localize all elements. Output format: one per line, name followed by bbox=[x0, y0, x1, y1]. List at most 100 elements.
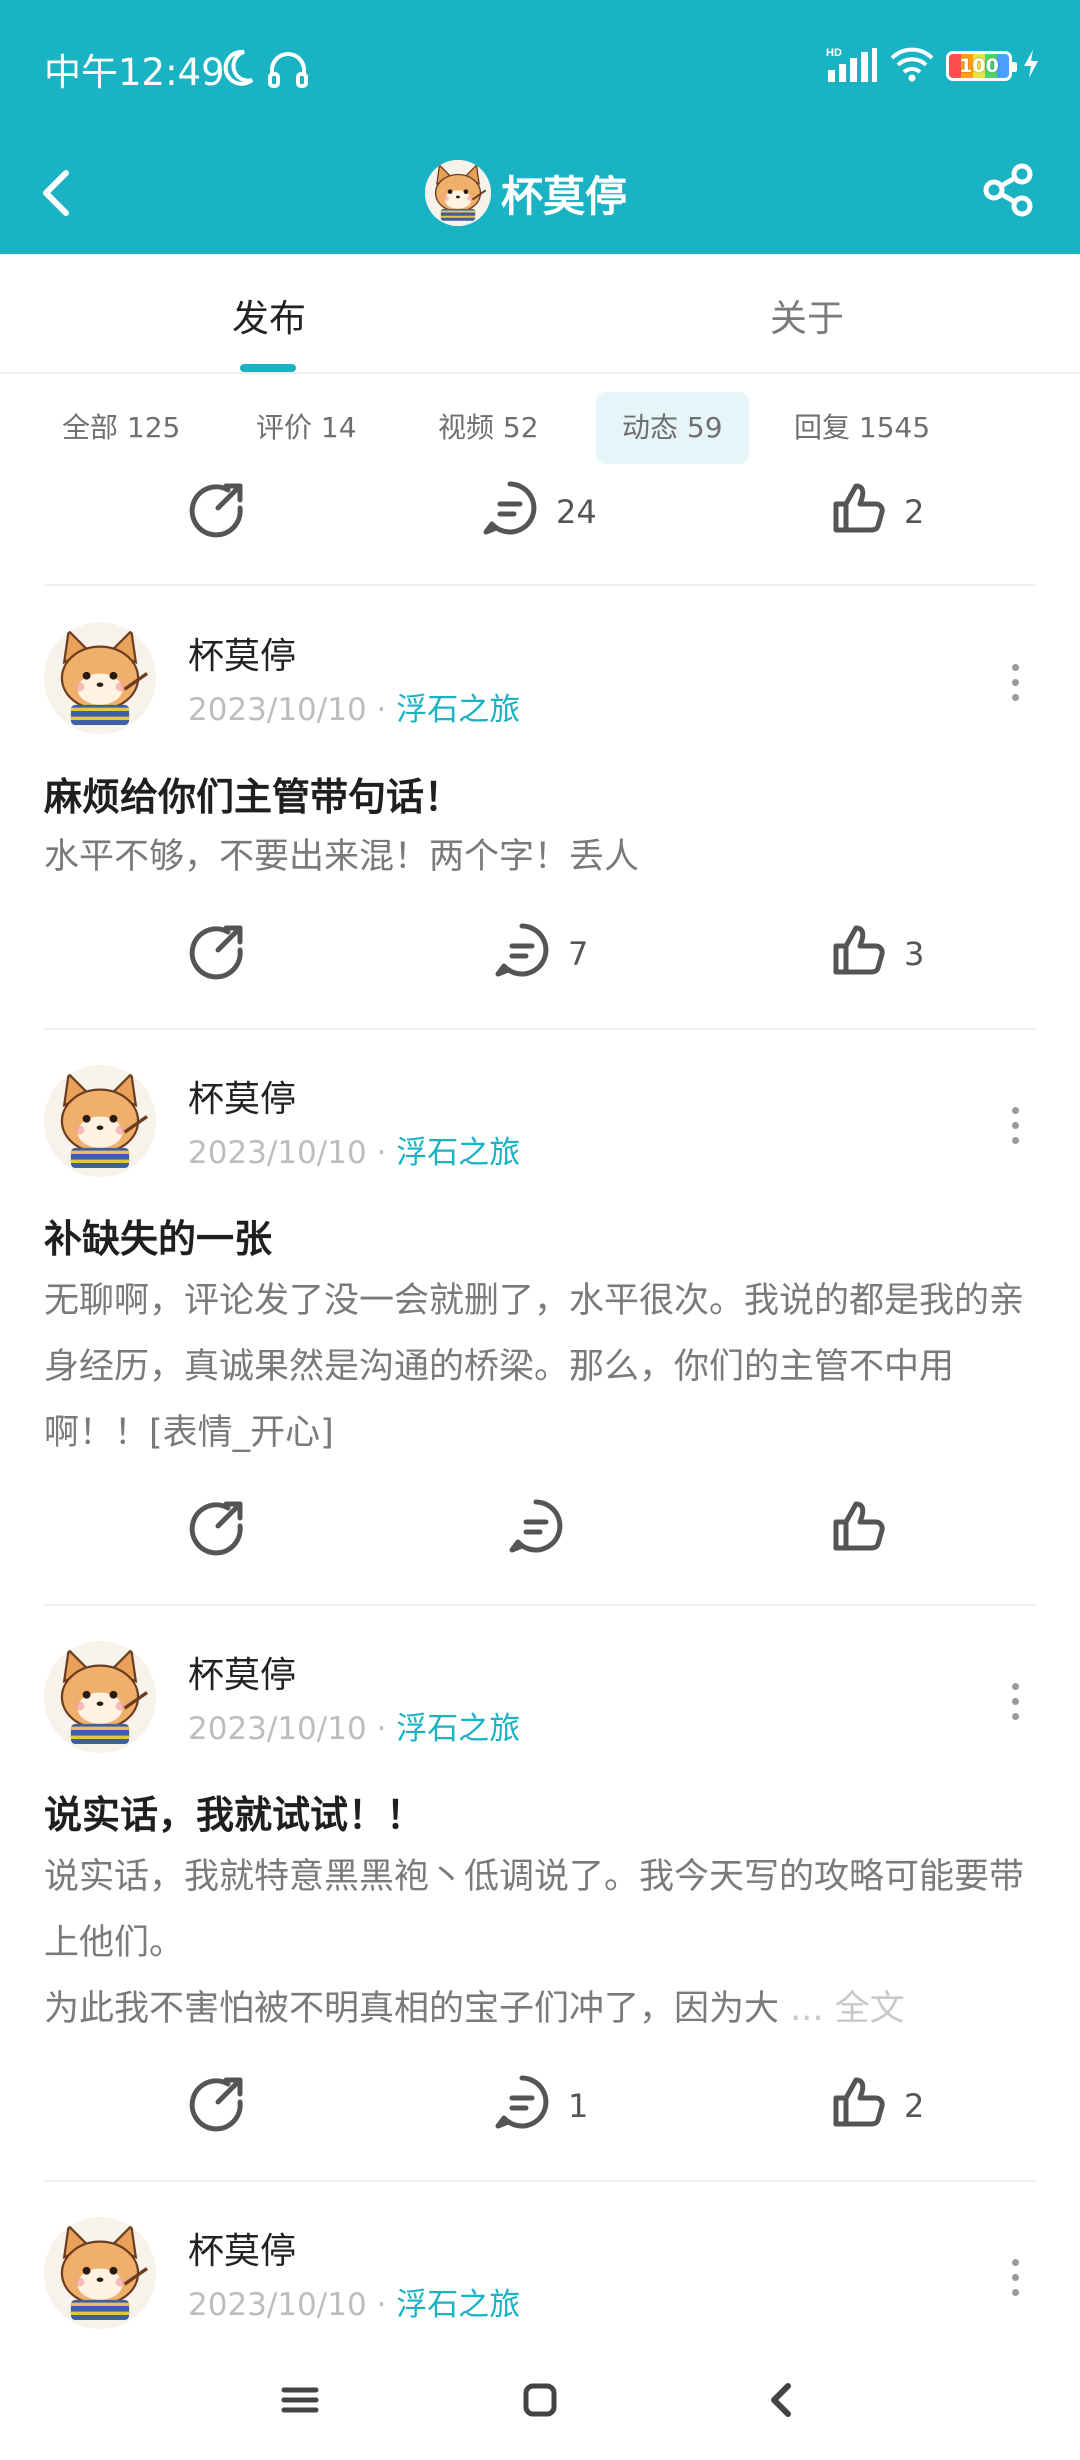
home-button[interactable] bbox=[510, 2372, 570, 2432]
thumbs-up-icon bbox=[828, 1496, 888, 1564]
more-dot bbox=[1011, 2288, 1019, 2296]
comment-count: 1 bbox=[568, 2087, 589, 2125]
divider bbox=[44, 2180, 1036, 2182]
post-author[interactable]: 杯莫停 bbox=[188, 2222, 296, 2274]
repost-icon bbox=[188, 2072, 248, 2140]
share-icon bbox=[980, 162, 1036, 222]
filter-replies[interactable]: 回复 1545 bbox=[768, 392, 956, 464]
post-date: 2023/10/10 bbox=[188, 2287, 367, 2323]
comment-button[interactable] bbox=[506, 1490, 566, 1570]
post-title[interactable]: 补缺失的一张 bbox=[44, 1208, 272, 1263]
post-game-link[interactable]: 浮石之旅 bbox=[396, 692, 520, 728]
filter-videos[interactable]: 视频 52 bbox=[412, 392, 565, 464]
filter-all[interactable]: 全部 125 bbox=[36, 392, 206, 464]
page-title: 杯莫停 bbox=[501, 171, 628, 221]
repost-button[interactable] bbox=[188, 2066, 248, 2146]
comment-count: 24 bbox=[556, 493, 597, 531]
status-bar: 中午12:49 HD 100 bbox=[0, 0, 1080, 136]
more-menu-button[interactable] bbox=[1000, 1671, 1030, 1731]
post-actions: 7 3 bbox=[0, 914, 1080, 994]
post-body-text: 说实话，我就特意黑黑袍丶低调说了。我今天写的攻略可能要带上他们。 bbox=[44, 1857, 1025, 1963]
recent-apps-button[interactable] bbox=[270, 2372, 330, 2432]
post-author[interactable]: 杯莫停 bbox=[188, 1646, 296, 1698]
avatar[interactable] bbox=[44, 622, 156, 734]
tab-indicator bbox=[240, 364, 296, 372]
more-menu-button[interactable] bbox=[1000, 2247, 1030, 2307]
more-dot bbox=[1011, 678, 1019, 686]
back-button[interactable] bbox=[38, 155, 86, 235]
more-dot bbox=[1011, 1136, 1019, 1144]
post-actions: 1 2 bbox=[0, 2066, 1080, 2146]
navbar: 杯莫停 bbox=[0, 136, 1080, 254]
comment-button[interactable]: 24 bbox=[480, 472, 597, 552]
battery-level: 100 bbox=[959, 55, 999, 77]
thumbs-up-icon bbox=[828, 2072, 888, 2140]
tab-bar: 发布 关于 bbox=[0, 254, 1080, 374]
back-triangle-icon bbox=[762, 2378, 802, 2426]
like-button[interactable] bbox=[828, 1490, 888, 1570]
svg-text:HD: HD bbox=[826, 47, 842, 59]
post-game-link[interactable]: 浮石之旅 bbox=[396, 1135, 520, 1171]
avatar[interactable] bbox=[44, 1065, 156, 1177]
ellipsis: ... bbox=[779, 1989, 835, 2029]
post-body[interactable]: 无聊啊，评论发了没一会就删了，水平很次。我说的都是我的亲身经历，真诚果然是沟通的… bbox=[44, 1268, 1044, 1466]
comment-button[interactable]: 1 bbox=[492, 2066, 588, 2146]
system-back-button[interactable] bbox=[752, 2372, 812, 2432]
post-game-link[interactable]: 浮石之旅 bbox=[396, 2287, 520, 2323]
more-vertical-icon bbox=[1011, 663, 1019, 671]
post-meta: 2023/10/10 · 浮石之旅 bbox=[188, 2279, 520, 2324]
share-button[interactable] bbox=[978, 152, 1038, 232]
repost-button[interactable] bbox=[188, 472, 248, 552]
like-button[interactable]: 3 bbox=[828, 914, 924, 994]
post-body[interactable]: 说实话，我就特意黑黑袍丶低调说了。我今天写的攻略可能要带上他们。 为此我不害怕被… bbox=[44, 1844, 1044, 2042]
divider bbox=[44, 584, 1036, 586]
comment-icon bbox=[480, 478, 540, 546]
filter-moments[interactable]: 动态 59 bbox=[596, 392, 749, 464]
more-menu-button[interactable] bbox=[1000, 1095, 1030, 1155]
divider bbox=[44, 1028, 1036, 1030]
home-square-icon bbox=[518, 2378, 562, 2426]
post-date: 2023/10/10 bbox=[188, 1711, 367, 1747]
repost-icon bbox=[188, 920, 248, 988]
meta-separator: · bbox=[376, 1711, 387, 1747]
post-actions: 24 2 bbox=[0, 472, 1080, 552]
like-button[interactable]: 2 bbox=[828, 2066, 924, 2146]
post-actions bbox=[0, 1490, 1080, 1570]
meta-separator: · bbox=[376, 2287, 387, 2323]
like-count: 2 bbox=[904, 493, 925, 531]
tab-publish[interactable]: 发布 bbox=[232, 288, 306, 342]
battery-indicator: 100 bbox=[946, 51, 1017, 81]
post-title[interactable]: 麻烦给你们主管带句话！ bbox=[44, 766, 462, 821]
avatar[interactable] bbox=[44, 1641, 156, 1753]
like-count: 2 bbox=[904, 2087, 925, 2125]
meta-separator: · bbox=[376, 692, 387, 728]
filter-reviews[interactable]: 评价 14 bbox=[230, 392, 383, 464]
app-header: 中午12:49 HD 100 杯莫停 bbox=[0, 0, 1080, 254]
status-left-icons bbox=[218, 46, 310, 90]
like-count: 3 bbox=[904, 935, 925, 973]
post-author[interactable]: 杯莫停 bbox=[188, 627, 296, 679]
post-game-link[interactable]: 浮石之旅 bbox=[396, 1711, 520, 1747]
divider bbox=[44, 1604, 1036, 1606]
avatar[interactable] bbox=[44, 2217, 156, 2329]
post-title[interactable]: 说实话，我就试试！！ bbox=[44, 1784, 424, 1839]
repost-button[interactable] bbox=[188, 914, 248, 994]
more-dot bbox=[1011, 693, 1019, 701]
expand-fulltext-link[interactable]: 全文 bbox=[835, 1989, 905, 2029]
more-dot bbox=[1011, 2273, 1019, 2281]
status-right: HD 100 bbox=[826, 44, 1040, 88]
comment-icon bbox=[506, 1496, 566, 1564]
signal-icon: HD bbox=[826, 44, 878, 88]
comment-button[interactable]: 7 bbox=[492, 914, 588, 994]
more-menu-button[interactable] bbox=[1000, 652, 1030, 712]
post-author[interactable]: 杯莫停 bbox=[188, 1070, 296, 1122]
like-button[interactable]: 2 bbox=[828, 472, 924, 552]
avatar[interactable] bbox=[425, 160, 491, 226]
post-meta: 2023/10/10 · 浮石之旅 bbox=[188, 684, 520, 729]
post-body[interactable]: 水平不够，不要出来混！两个字！丢人 bbox=[44, 824, 1044, 890]
wifi-icon bbox=[888, 44, 936, 88]
repost-button[interactable] bbox=[188, 1490, 248, 1570]
system-nav-bar bbox=[0, 2350, 1080, 2460]
tab-about[interactable]: 关于 bbox=[770, 288, 844, 342]
more-dot bbox=[1011, 1712, 1019, 1720]
